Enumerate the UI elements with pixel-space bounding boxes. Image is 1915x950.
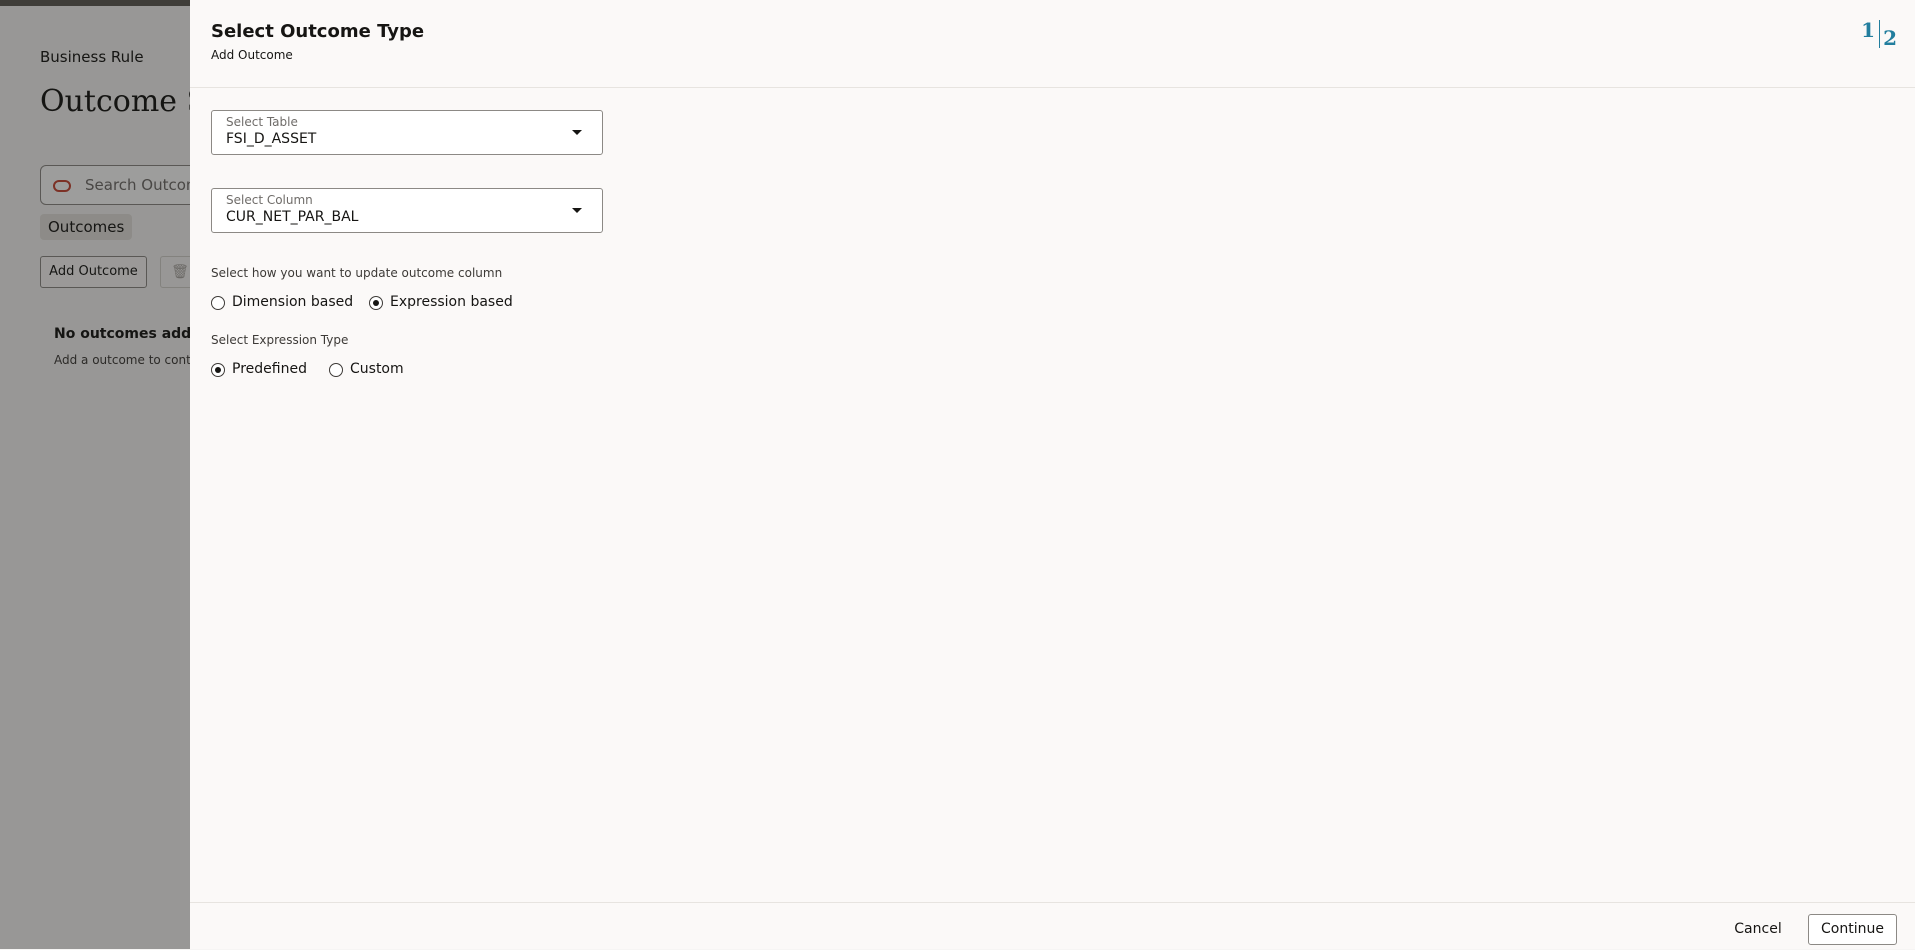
outcome-type-drawer: Select Outcome Type Add Outcome 1 2 Sele…	[190, 0, 1915, 949]
expression-type-label: Select Expression Type	[211, 333, 349, 347]
cancel-button[interactable]: Cancel	[1723, 914, 1793, 944]
radio-label: Custom	[350, 361, 404, 377]
drawer-subtitle: Add Outcome	[211, 48, 293, 62]
radio-circle-checked[interactable]	[211, 363, 225, 377]
radio-circle[interactable]	[211, 296, 225, 310]
select-table-label: Select Table	[226, 115, 298, 129]
caret-down-icon	[572, 130, 582, 135]
radio-label: Predefined	[232, 361, 307, 377]
update-method-label: Select how you want to update outcome co…	[211, 266, 503, 280]
drawer-footer: Cancel Continue	[190, 902, 1915, 950]
drawer-header: Select Outcome Type Add Outcome 1 2	[190, 0, 1915, 88]
radio-circle-checked[interactable]	[369, 296, 383, 310]
continue-button[interactable]: Continue	[1808, 914, 1897, 945]
radio-circle[interactable]	[329, 363, 343, 377]
step-2: 2	[1883, 26, 1897, 50]
step-1: 1	[1861, 18, 1875, 42]
select-column-value: CUR_NET_PAR_BAL	[226, 209, 359, 225]
select-column-label: Select Column	[226, 193, 313, 207]
select-column-dropdown[interactable]: Select Column CUR_NET_PAR_BAL	[211, 188, 603, 233]
drawer-title: Select Outcome Type	[211, 21, 425, 42]
select-table-value: FSI_D_ASSET	[226, 131, 317, 147]
select-table-dropdown[interactable]: Select Table FSI_D_ASSET	[211, 110, 603, 155]
caret-down-icon	[572, 208, 582, 213]
step-divider	[1879, 20, 1880, 48]
radio-label: Expression based	[390, 294, 513, 310]
radio-label: Dimension based	[232, 294, 354, 310]
